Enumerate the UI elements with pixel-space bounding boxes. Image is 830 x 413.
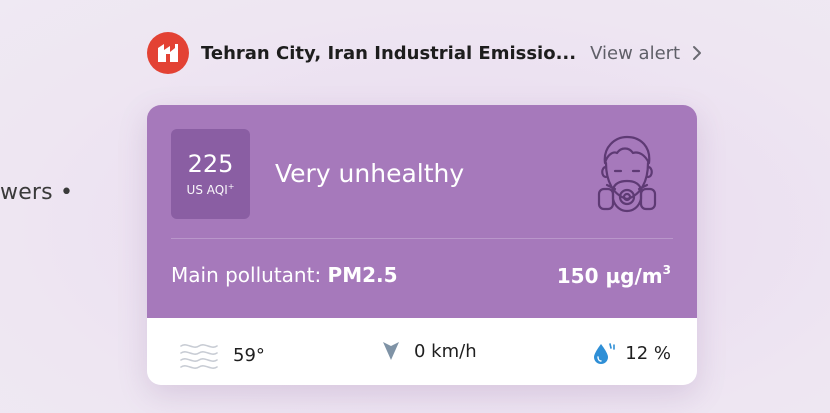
main-pollutant-name: PM2.5 (327, 263, 398, 287)
aqi-badge: 225 US AQI+ (171, 129, 250, 219)
wind-speed-value: 0 km/h (414, 340, 477, 362)
cropped-text-snippet: wers • (0, 180, 74, 205)
water-drop-icon (594, 343, 616, 364)
main-pollutant-label: Main pollutant: (171, 263, 322, 287)
aqi-level-label: Very unhealthy (275, 159, 465, 188)
gas-mask-icon (597, 135, 657, 213)
view-alert-label: View alert (590, 42, 681, 64)
wind-stat: 0 km/h (382, 340, 477, 362)
pollutant-concentration: 150 µg/m3 (556, 263, 671, 288)
weather-strip: 59° 0 km/h 12 % (147, 318, 697, 385)
wind-waves-icon (180, 344, 218, 369)
air-quality-card[interactable]: 225 US AQI+ Very unhealthy Main pollutan… (147, 105, 697, 385)
aqi-unit: US AQI+ (186, 181, 235, 197)
humidity-stat: 12 % (591, 340, 671, 366)
main-pollutant: Main pollutant: PM2.5 (171, 263, 398, 287)
wind-direction-arrow-icon (383, 342, 399, 360)
view-alert-link[interactable]: View alert (590, 43, 702, 64)
air-quality-header: 225 US AQI+ Very unhealthy Main pollutan… (147, 105, 697, 318)
chevron-right-icon (693, 46, 702, 60)
factory-logo-icon (147, 32, 189, 74)
alert-title: Tehran City, Iran Industrial Emissio... (201, 42, 577, 64)
humidity-value: 12 % (625, 342, 671, 364)
temperature-value: 59° (233, 344, 265, 366)
card-divider (171, 238, 673, 239)
temperature-stat: 59° (179, 340, 265, 370)
alert-row[interactable]: Tehran City, Iran Industrial Emissio... … (147, 32, 702, 74)
aqi-value: 225 (187, 149, 234, 178)
